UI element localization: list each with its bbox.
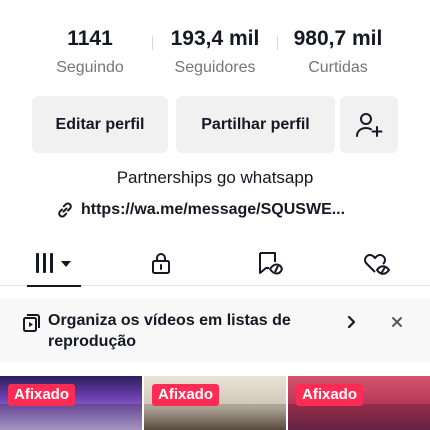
video-scene bbox=[288, 404, 430, 430]
video-scene bbox=[144, 404, 286, 430]
video-thumbnail[interactable]: Afixado bbox=[0, 376, 142, 430]
video-grid: Afixado Afixado Afixado bbox=[0, 376, 430, 430]
stat-divider bbox=[152, 36, 153, 50]
following-label: Seguindo bbox=[56, 59, 124, 76]
video-scene bbox=[0, 404, 142, 430]
tab-private[interactable] bbox=[137, 240, 185, 286]
stat-divider bbox=[277, 36, 278, 50]
profile-link-text: https://wa.me/message/SQUSWE... bbox=[81, 201, 346, 218]
link-icon bbox=[58, 202, 72, 218]
edit-profile-button[interactable]: Editar perfil bbox=[32, 96, 168, 153]
tab-videos[interactable] bbox=[27, 240, 81, 287]
profile-tabs bbox=[0, 240, 430, 287]
video-thumbnail[interactable]: Afixado bbox=[144, 376, 286, 430]
profile-link[interactable]: https://wa.me/message/SQUSWE... bbox=[55, 200, 345, 220]
chevron-right-icon[interactable] bbox=[344, 314, 358, 330]
playlist-banner-text: Organiza os vídeos em listas de reproduç… bbox=[48, 312, 291, 350]
playlist-icon bbox=[23, 314, 40, 332]
followers-label: Seguidores bbox=[174, 59, 256, 76]
followers-count: 193,4 mil bbox=[170, 27, 260, 50]
playlist-banner[interactable]: Organiza os vídeos em listas de reproduç… bbox=[0, 298, 430, 362]
pinned-badge: Afixado bbox=[152, 384, 220, 406]
profile-stats: 1141 Seguindo 193,4 mil Seguidores 980,7… bbox=[0, 22, 430, 82]
tab-liked[interactable] bbox=[352, 240, 400, 286]
add-friend-button[interactable] bbox=[340, 96, 398, 153]
share-profile-button[interactable]: Partilhar perfil bbox=[176, 96, 335, 153]
pinned-badge: Afixado bbox=[296, 384, 364, 406]
videos-grid-icon bbox=[36, 253, 71, 273]
active-tab-indicator bbox=[27, 285, 81, 287]
stat-likes[interactable]: 980,7 mil Curtidas bbox=[283, 22, 393, 78]
add-user-icon bbox=[356, 112, 383, 137]
stat-followers[interactable]: 193,4 mil Seguidores bbox=[160, 22, 270, 78]
pinned-badge: Afixado bbox=[8, 384, 76, 406]
reposts-icon bbox=[259, 252, 283, 275]
liked-heart-icon bbox=[364, 254, 390, 275]
profile-bio: Partnerships go whatsapp bbox=[116, 168, 314, 187]
video-thumbnail[interactable]: Afixado bbox=[288, 376, 430, 430]
likes-label: Curtidas bbox=[308, 59, 368, 76]
close-icon[interactable] bbox=[389, 314, 405, 330]
likes-count: 980,7 mil bbox=[293, 27, 383, 50]
tab-reposts[interactable] bbox=[246, 240, 294, 286]
stat-following[interactable]: 1141 Seguindo bbox=[40, 22, 140, 78]
following-count: 1141 bbox=[67, 27, 113, 50]
lock-icon bbox=[152, 253, 170, 274]
